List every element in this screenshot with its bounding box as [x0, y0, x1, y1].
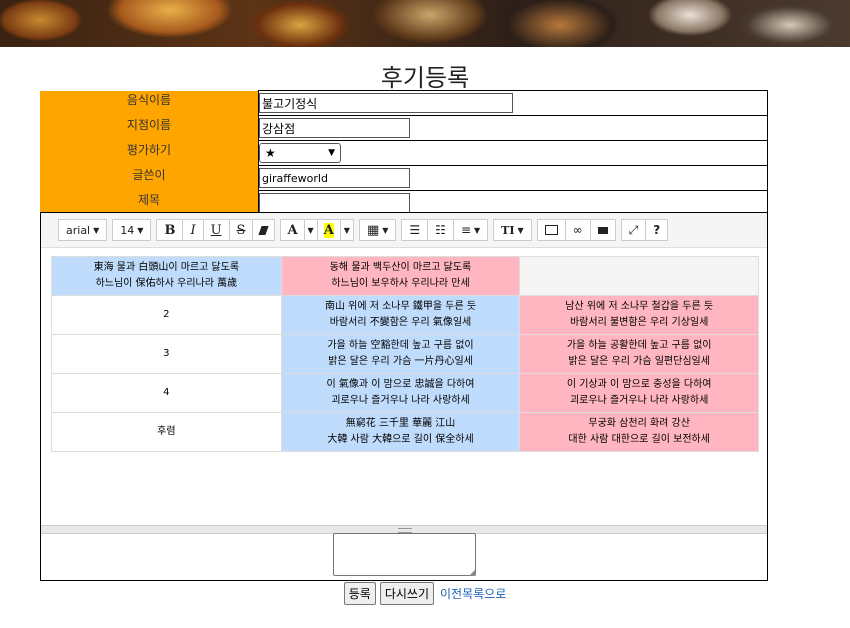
branch-name-cell: 강삼점 — [258, 115, 768, 141]
underline-icon: U — [210, 222, 222, 238]
bold-icon: B — [164, 222, 176, 238]
font-color-icon: A — [287, 222, 298, 238]
line-height-icon: TI — [501, 223, 515, 237]
font-color-button[interactable]: A — [280, 219, 305, 241]
submit-button[interactable]: 등록 — [343, 582, 376, 605]
table-cell: 이 氣像과 이 맘으로 忠誠을 다하여 괴로우나 즐거우나 나라 사랑하세 — [280, 373, 521, 413]
editor-toolbar: arial ▼ 14 ▼ B I U S A ▼ A ▼ ▦ ▼ ☰ ☷ ≡ ▼ TI ▼ — [41, 213, 767, 248]
caret-down-icon: ▼ — [343, 225, 350, 235]
line-height-dropdown[interactable]: TI ▼ — [493, 219, 532, 241]
table-cell: 가을 하늘 공활한데 높고 구름 없이 밝은 달은 우리 가슴 일편단심일세 — [519, 334, 759, 374]
page-title: 후기등록 — [380, 64, 470, 92]
table-cell: 가을 하늘 空豁한데 높고 구름 없이 밝은 달은 우리 가슴 一片丹心일세 — [280, 334, 521, 374]
table-cell: 동해 물과 백두산이 마르고 닳도록 하느님이 보우하사 우리나라 만세 — [280, 256, 521, 296]
review-form: 음식이름 불고기정식 지점이름 강삼점 평가하기 ★ ▼ 글쓴이 giraffe… — [40, 90, 768, 216]
caret-down-icon: ▼ — [93, 225, 100, 235]
caret-down-icon: ▼ — [137, 225, 144, 235]
fullscreen-icon: ⤢ — [628, 222, 639, 237]
highlight-button[interactable]: A — [317, 219, 341, 241]
insert-video-button[interactable] — [590, 219, 616, 241]
insert-link-button[interactable]: ∞ — [565, 219, 591, 241]
branch-name-input[interactable]: 강삼점 — [259, 118, 410, 138]
rating-select[interactable]: ★ ▼ — [259, 143, 341, 163]
caret-down-icon: ▼ — [307, 225, 314, 235]
font-color-dropdown[interactable]: ▼ — [304, 219, 318, 241]
table-icon: ▦ — [366, 222, 380, 238]
align-icon: ≡ — [460, 223, 471, 237]
font-family-dropdown[interactable]: arial ▼ — [58, 219, 108, 241]
strikethrough-button[interactable]: S — [229, 219, 254, 241]
table-cell: 東海 물과 白頭山이 마르고 닳도록 하느님이 保佑하사 우리나라 萬歲 — [51, 256, 282, 296]
back-to-list-link[interactable]: 이전목록으로 — [440, 585, 506, 602]
author-input[interactable]: giraffeworld — [259, 168, 410, 188]
highlight-icon: A — [323, 222, 334, 238]
rating-select-value: ★ — [265, 146, 276, 160]
table-row: 東海 물과 白頭山이 마르고 닳도록 하느님이 保佑하사 우리나라 萬歲 동해 … — [51, 256, 759, 296]
form-actions: 등록 다시쓰기 이전목록으로 — [0, 582, 850, 605]
food-name-input[interactable]: 불고기정식 — [259, 93, 513, 113]
editor-content[interactable]: 東海 물과 白頭山이 마르고 닳도록 하느님이 保佑하사 우리나라 萬歲 동해 … — [51, 256, 759, 452]
strikethrough-icon: S — [236, 222, 246, 238]
table-dropdown[interactable]: ▦ ▼ — [358, 219, 397, 241]
italic-icon: I — [190, 222, 196, 238]
table-row: 후렴 無窮花 三千里 華麗 江山 大韓 사람 大韓으로 길이 保全하세 무궁화 … — [51, 412, 759, 452]
underline-button[interactable]: U — [203, 219, 230, 241]
table-cell: 이 기상과 이 맘으로 충성을 다하여 괴로우나 즐거우나 나라 사랑하세 — [519, 373, 759, 413]
bold-button[interactable]: B — [156, 219, 184, 241]
anthem-table: 東海 물과 白頭山이 마르고 닳도록 하느님이 保佑하사 우리나라 萬歲 동해 … — [51, 256, 759, 452]
eraser-button[interactable] — [253, 219, 276, 241]
paragraph-align-dropdown[interactable]: ≡ ▼ — [453, 219, 489, 241]
table-cell: 무궁화 삼천리 화려 강산 대한 사람 대한으로 길이 보전하세 — [519, 412, 759, 452]
eraser-icon — [258, 225, 270, 235]
fullscreen-button[interactable]: ⤢ — [620, 219, 647, 241]
subject-input[interactable] — [259, 193, 410, 213]
caret-down-icon: ▼ — [382, 225, 389, 235]
unordered-list-button[interactable]: ☰ — [401, 219, 429, 241]
caret-down-icon: ▼ — [517, 225, 524, 235]
italic-button[interactable]: I — [183, 219, 204, 241]
table-cell: 3 — [51, 334, 282, 374]
table-row: 3 가을 하늘 空豁한데 높고 구름 없이 밝은 달은 우리 가슴 一片丹心일세… — [51, 334, 759, 374]
food-banner-image — [0, 0, 850, 47]
video-icon — [597, 226, 608, 234]
insert-image-button[interactable] — [536, 219, 566, 241]
table-cell: 후렴 — [51, 412, 282, 452]
extra-textarea[interactable] — [333, 533, 476, 577]
table-cell — [519, 256, 759, 296]
highlight-dropdown[interactable]: ▼ — [340, 219, 354, 241]
image-icon — [544, 225, 558, 235]
table-row: 2 南山 위에 저 소나무 鐵甲을 두른 듯 바람서리 不變함은 우리 氣像일세… — [51, 295, 759, 335]
help-icon: ? — [653, 223, 661, 237]
author-cell: giraffeworld — [258, 165, 768, 191]
table-cell: 南山 위에 저 소나무 鐵甲을 두른 듯 바람서리 不變함은 우리 氣像일세 — [280, 295, 521, 335]
numbered-list-icon: ☷ — [435, 223, 446, 237]
reset-button[interactable]: 다시쓰기 — [379, 582, 434, 605]
caret-down-icon: ▼ — [474, 225, 481, 235]
font-family-value: arial — [66, 223, 91, 237]
table-cell: 2 — [51, 295, 282, 335]
font-size-dropdown[interactable]: 14 ▼ — [112, 219, 152, 241]
table-cell: 無窮花 三千里 華麗 江山 大韓 사람 大韓으로 길이 保全하세 — [280, 412, 521, 452]
rich-text-editor: arial ▼ 14 ▼ B I U S A ▼ A ▼ ▦ ▼ ☰ ☷ ≡ ▼ TI ▼ — [40, 212, 768, 581]
rating-label: 평가하기 — [40, 140, 259, 166]
author-label: 글쓴이 — [40, 165, 259, 191]
link-icon: ∞ — [572, 223, 583, 237]
font-size-value: 14 — [120, 223, 135, 237]
rating-cell: ★ ▼ — [258, 140, 768, 166]
branch-name-label: 지점이름 — [40, 115, 259, 141]
bullet-list-icon: ☰ — [409, 223, 421, 237]
table-cell: 남산 위에 저 소나무 철갑을 두른 듯 바람서리 불변함은 우리 기상일세 — [519, 295, 759, 335]
food-name-label: 음식이름 — [40, 90, 259, 116]
chevron-down-icon: ▼ — [328, 148, 335, 158]
help-button[interactable]: ? — [646, 219, 669, 241]
table-row: 4 이 氣像과 이 맘으로 忠誠을 다하여 괴로우나 즐거우나 나라 사랑하세 … — [51, 373, 759, 413]
table-cell: 4 — [51, 373, 282, 413]
ordered-list-button[interactable]: ☷ — [428, 219, 454, 241]
food-name-cell: 불고기정식 — [258, 90, 768, 116]
